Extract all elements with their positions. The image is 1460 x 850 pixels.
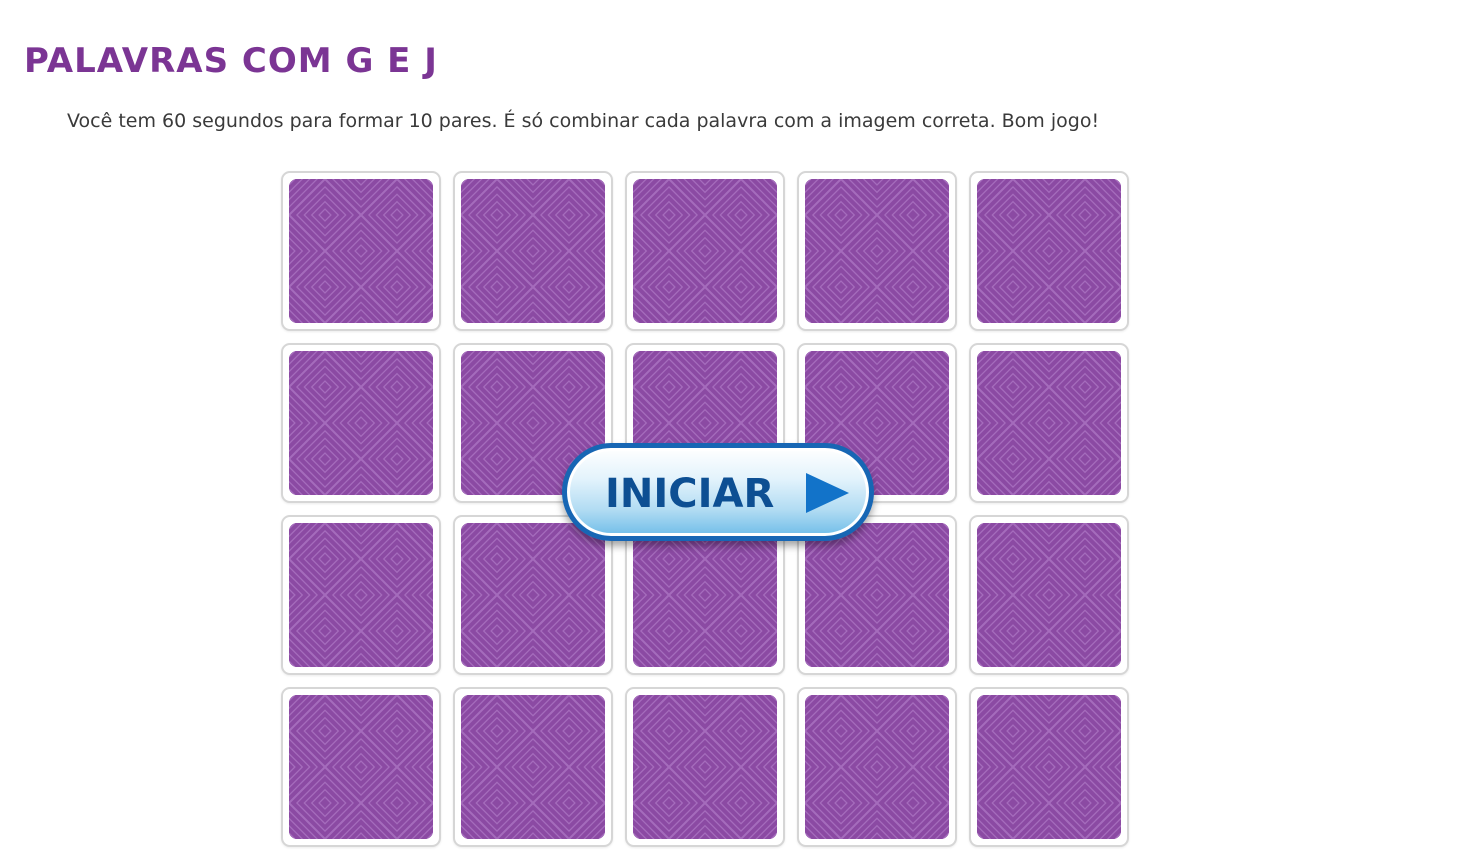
memory-card[interactable] <box>453 171 613 331</box>
page-title: PALAVRAS COM G E J <box>24 41 438 81</box>
memory-card[interactable] <box>797 171 957 331</box>
game-instructions: Você tem 60 segundos para formar 10 pare… <box>67 110 1100 132</box>
memory-card[interactable] <box>453 687 613 847</box>
memory-card[interactable] <box>281 343 441 503</box>
card-back-pattern <box>805 179 949 323</box>
card-back-pattern <box>461 179 605 323</box>
memory-card[interactable] <box>281 687 441 847</box>
card-back-pattern <box>289 179 433 323</box>
memory-card[interactable] <box>969 171 1129 331</box>
start-button-label: INICIAR <box>605 471 775 517</box>
card-back-pattern <box>461 695 605 839</box>
start-button[interactable]: INICIAR <box>562 443 874 541</box>
card-back-pattern <box>977 351 1121 495</box>
card-back-pattern <box>289 523 433 667</box>
memory-card[interactable] <box>625 171 785 331</box>
memory-card[interactable] <box>281 515 441 675</box>
card-back-pattern <box>633 523 777 667</box>
card-back-pattern <box>289 351 433 495</box>
memory-card[interactable] <box>625 687 785 847</box>
card-back-pattern <box>289 695 433 839</box>
card-back-pattern <box>461 523 605 667</box>
card-back-pattern <box>977 523 1121 667</box>
card-back-pattern <box>977 695 1121 839</box>
memory-card[interactable] <box>969 343 1129 503</box>
memory-card[interactable] <box>797 687 957 847</box>
memory-card[interactable] <box>969 687 1129 847</box>
memory-card[interactable] <box>969 515 1129 675</box>
card-back-pattern <box>633 695 777 839</box>
card-back-pattern <box>805 523 949 667</box>
memory-card[interactable] <box>453 515 613 675</box>
play-arrow-icon <box>806 473 849 513</box>
card-back-pattern <box>977 179 1121 323</box>
memory-card[interactable] <box>281 171 441 331</box>
card-back-pattern <box>805 695 949 839</box>
card-back-pattern <box>633 179 777 323</box>
